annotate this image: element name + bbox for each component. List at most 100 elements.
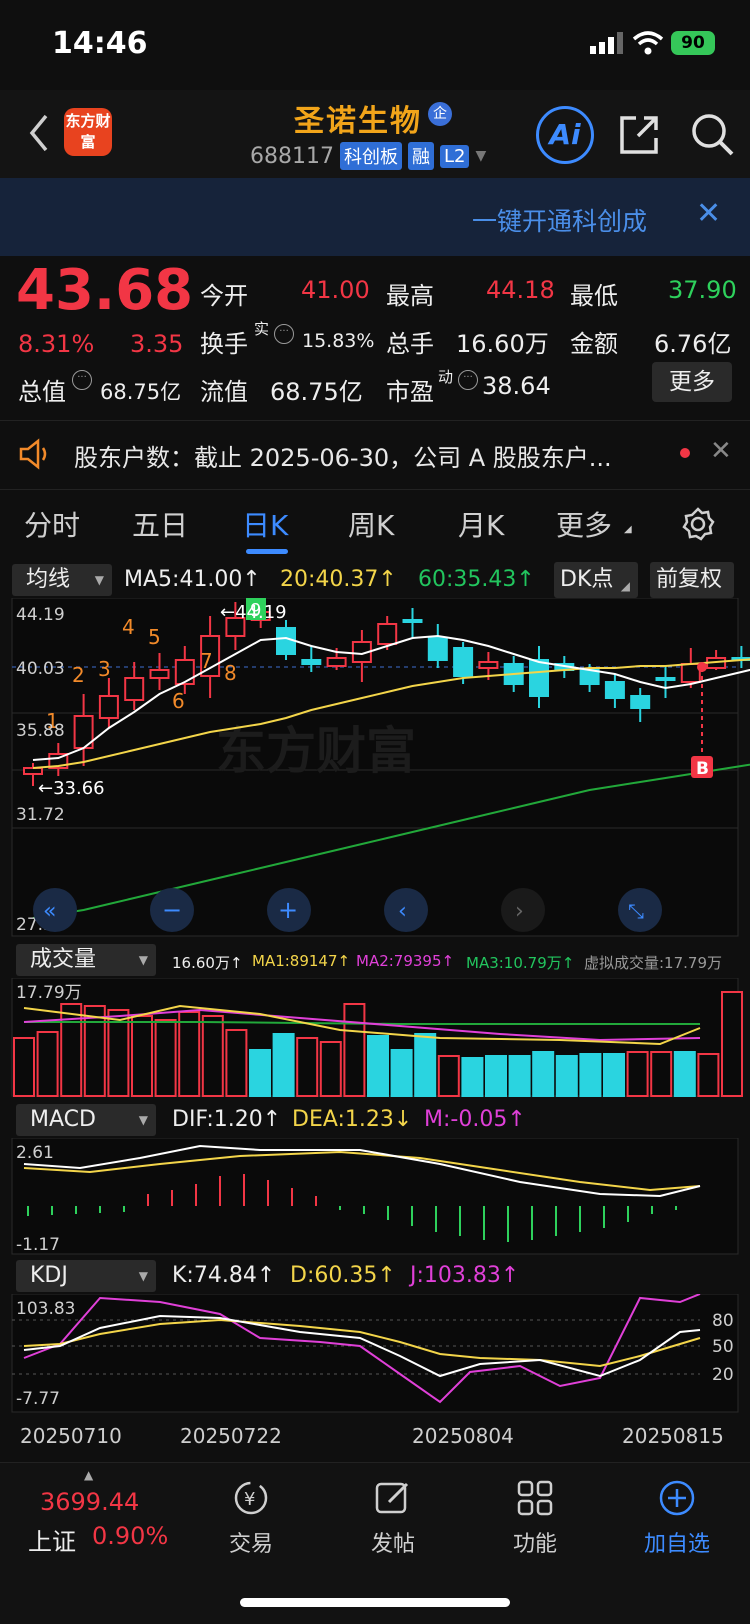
grid-icon [517,1480,553,1516]
dk-point-button[interactable]: DK点 ◢ [554,562,638,598]
volume-ma1: MA1:89147↑ [252,952,351,970]
chevron-down-icon: ▼ [94,573,104,587]
volume-value: 16.60万↑ [172,954,243,972]
svg-text:8: 8 [224,661,237,685]
kline-chart[interactable]: 东方财富 12 34 567 89 B ←44.19 ←33.66 44.19 40.… [0,598,750,938]
pe-value: 38.64 [482,372,551,400]
info-icon[interactable]: ··· [458,370,478,390]
stock-code-row[interactable]: 688117 科创板 融 L2 ▼ [250,142,486,170]
volume-value: 16.60万 [456,330,549,358]
change-percent: 8.31% [18,330,95,358]
pe-label: 市盈 [386,378,434,406]
ma60-value: 60:35.43↑ [418,567,535,592]
date-label-3: 20250804 [412,1424,514,1448]
ai-button[interactable]: Ai [536,106,594,164]
close-icon[interactable]: ✕ [696,196,721,231]
change-amount: 3.35 [130,330,184,358]
news-text[interactable]: 股东户数：截止 2025-06-30，公司 A 股股东户... [74,438,612,473]
indicator-dropdown-kdj[interactable]: KDJ ▼ [16,1260,156,1292]
date-label-4: 20250815 [622,1424,724,1448]
index-value[interactable]: 3699.44 [40,1488,139,1516]
indicator-dropdown-ma[interactable]: 均线 ▼ [12,564,112,596]
kdj-d: D:60.35↑ [290,1263,396,1288]
svg-text:3: 3 [98,657,111,681]
low-label: 最低 [570,282,618,310]
nav-functions-label: 功能 [512,1532,557,1557]
macd-m: M:-0.05↑ [424,1107,526,1132]
pe-sup: 动 [438,368,454,386]
index-change[interactable]: 0.90% [92,1522,168,1550]
index-name[interactable]: 上证 [28,1522,76,1557]
tab-intraday[interactable]: 分时 [24,504,80,544]
kdj-level-label-80: 80 [712,1311,734,1331]
nav-trade-label: 交易 [228,1532,273,1557]
nav-post[interactable]: 发帖 [338,1478,448,1558]
tab-day-k[interactable]: 日K [242,504,288,544]
share-icon[interactable] [616,110,664,158]
svg-text:«: « [43,899,56,924]
svg-text:+: + [278,896,298,924]
scroll-left-button[interactable]: ‹ [384,888,428,932]
float-cap-label: 流值 [200,378,248,406]
tab-month-k[interactable]: 月K [458,504,504,544]
kdj-chart[interactable]: 103.83 -7.77 80 50 20 [0,1294,750,1414]
banner-text[interactable]: 一键开通科创成 [472,202,647,238]
scroll-right-button[interactable]: › [501,888,545,932]
nav-functions[interactable]: 功能 [480,1478,590,1558]
float-cap-value: 68.75亿 [270,378,363,406]
volume-chart[interactable]: 17.79万 [0,978,750,1098]
chevron-down-icon: ▼ [138,1269,148,1283]
nav-add-watch[interactable]: 加自选 [622,1478,732,1558]
volume-ma3: MA3:10.79万↑ [466,954,575,972]
tab-five-day[interactable]: 五日 [132,504,188,544]
ma20-value: 20:40.37↑ [280,567,397,592]
nav-trade[interactable]: ¥ 交易 [196,1478,306,1558]
macd-chart[interactable]: 2.61 -1.17 [0,1138,750,1256]
date-label-1: 20250710 [20,1424,122,1448]
search-icon[interactable] [688,110,736,158]
adjust-button[interactable]: 前复权 [650,562,734,598]
svg-text:⤡: ⤡ [628,899,644,923]
tab-more[interactable]: 更多 [556,504,612,544]
svg-text:−: − [162,896,182,924]
unread-dot [680,448,690,458]
turnover-label: 换手 [200,330,248,358]
info-icon[interactable]: ··· [274,324,294,344]
market-cap-label: 总值 [18,378,66,406]
tab-week-k[interactable]: 周K [348,504,394,544]
enterprise-badge: 企 [428,102,452,126]
stock-name[interactable]: 圣诺生物 [294,96,422,140]
low-marker: ←33.66 [38,778,105,799]
stock-code: 688117 [250,143,334,169]
volume-label: 总手 [386,330,434,358]
high-value: 44.18 [486,276,555,304]
dropdown-label: MACD [30,1107,96,1132]
kdj-level-label-50: 50 [712,1337,734,1357]
fullscreen-button[interactable]: ⤡ [618,888,662,932]
svg-text:2: 2 [72,663,85,687]
open-value: 41.00 [301,276,370,304]
b-marker-label: B [696,759,709,779]
nav-add-watch-label: 加自选 [643,1532,710,1557]
svg-text:5: 5 [148,625,161,649]
indicator-dropdown-macd[interactable]: MACD ▼ [16,1104,156,1136]
tab-underline [246,549,288,554]
caret-icon: ◢ [624,524,632,535]
virtual-volume: 虚拟成交量:17.79万 [584,954,722,972]
close-icon[interactable]: ✕ [710,436,732,466]
date-label-2: 20250722 [180,1424,282,1448]
scroll-left-fast-button[interactable]: « [33,888,77,932]
kdj-y-bottom: -7.77 [16,1389,60,1409]
info-icon[interactable]: ··· [72,370,92,390]
back-icon[interactable] [24,108,54,158]
signal-icon [590,32,623,54]
open-label: 今开 [200,282,248,310]
zoom-in-button[interactable]: + [267,888,311,932]
gear-icon[interactable] [680,506,716,542]
indicator-dropdown-volume[interactable]: 成交量 ▼ [16,944,156,976]
edit-icon [375,1482,409,1514]
current-price: 43.68 [16,258,194,323]
zoom-out-button[interactable]: − [150,888,194,932]
more-button[interactable]: 更多 [652,362,732,402]
volume-ma2: MA2:79395↑ [356,952,455,970]
